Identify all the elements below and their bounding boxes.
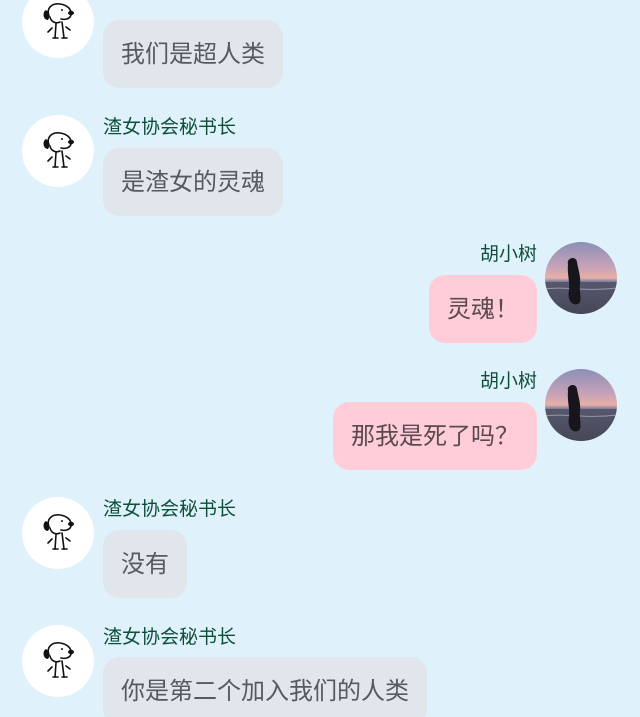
sender-name: 渣女协会秘书长 [103,116,237,138]
sender-name: 胡小树 [479,243,537,265]
chat-history: 我们是超人类 渣女协会秘书长 是渣女的灵魂 胡小树 灵魂！ 胡小树 那我是死了吗… [0,0,640,717]
message-bubble[interactable]: 灵魂！ [429,275,537,343]
sunset-beach-avatar-icon[interactable] [545,369,617,441]
sender-name: 渣女协会秘书长 [103,626,237,648]
message-bubble[interactable]: 那我是死了吗？ [333,402,537,470]
snoopy-avatar-icon[interactable] [22,497,94,569]
sender-name: 渣女协会秘书长 [103,498,237,520]
snoopy-avatar-icon[interactable] [22,625,94,697]
message-bubble[interactable]: 没有 [103,530,187,598]
snoopy-avatar-icon[interactable] [22,115,94,187]
message-bubble[interactable]: 是渣女的灵魂 [103,148,283,216]
snoopy-avatar-icon[interactable] [22,0,94,58]
message-bubble[interactable]: 你是第二个加入我们的人类 [103,657,427,717]
sender-name: 胡小树 [479,370,537,392]
message-bubble[interactable]: 我们是超人类 [103,20,283,88]
sunset-beach-avatar-icon[interactable] [545,242,617,314]
